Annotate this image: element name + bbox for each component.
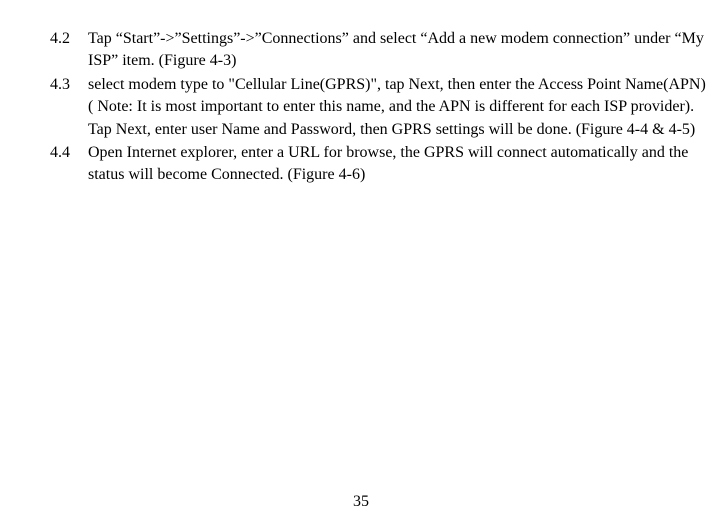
item-number: 4.3 <box>50 74 88 141</box>
item-number: 4.4 <box>50 142 88 187</box>
list-item: 4.3 select modem type to "Cellular Line(… <box>50 74 712 141</box>
numbered-list: 4.2 Tap “Start”->”Settings”->”Connection… <box>50 28 712 187</box>
page-number: 35 <box>0 493 722 511</box>
list-item: 4.4 Open Internet explorer, enter a URL … <box>50 142 712 187</box>
item-text: select modem type to "Cellular Line(GPRS… <box>88 74 712 141</box>
item-text: Open Internet explorer, enter a URL for … <box>88 142 712 187</box>
list-item: 4.2 Tap “Start”->”Settings”->”Connection… <box>50 28 712 73</box>
item-number: 4.2 <box>50 28 88 73</box>
item-text: Tap “Start”->”Settings”->”Connections” a… <box>88 28 712 73</box>
